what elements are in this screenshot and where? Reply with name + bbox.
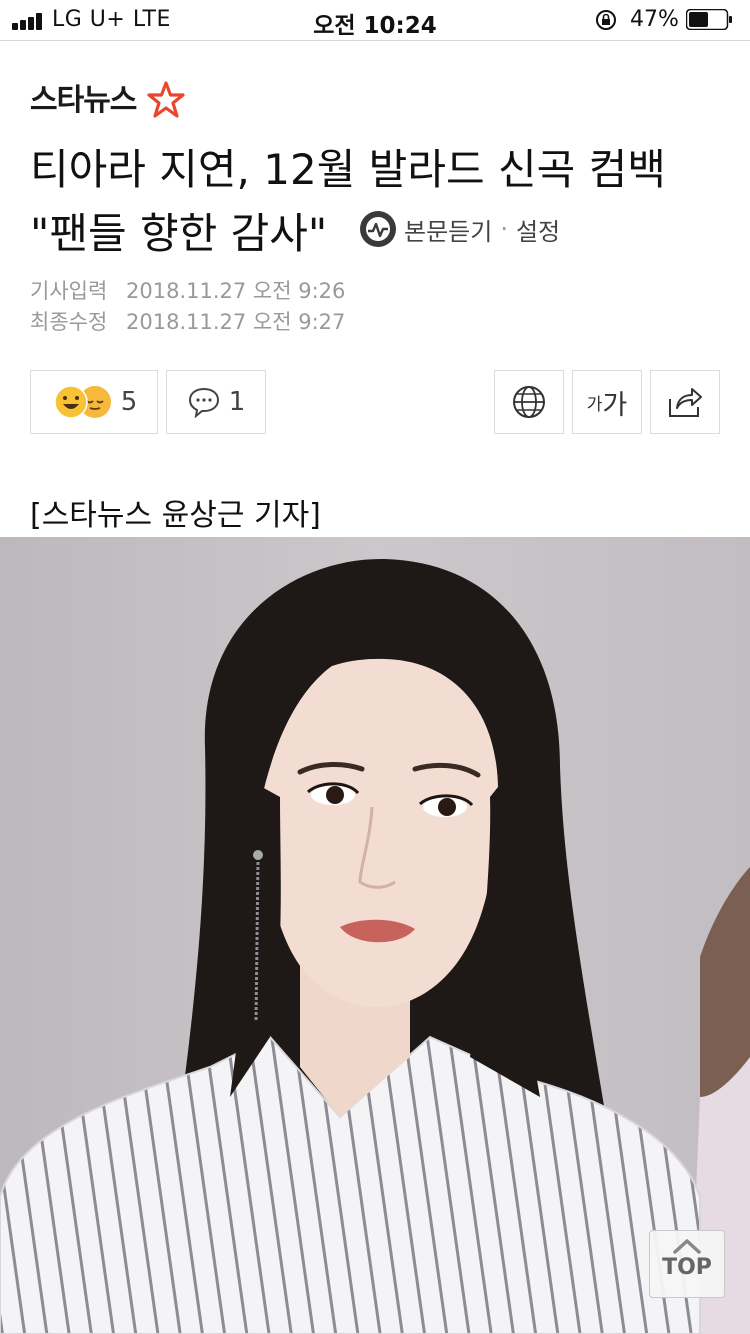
share-icon [669,388,702,417]
chevron-up-icon [673,1239,701,1254]
globe-icon [513,386,545,418]
site-logo[interactable]: 스타뉴스 [30,78,185,124]
listen-toolbar: 본문듣기 · 설정 [358,209,560,249]
star-logo-icon [147,81,185,118]
top-button-label: TOP [662,1255,712,1280]
font-size-large-glyph: 가 [602,389,628,421]
scroll-to-top-button[interactable]: TOP [649,1230,725,1298]
translate-button[interactable] [494,370,564,434]
reaction-count: 5 [120,387,138,417]
font-size-button[interactable]: 가가 [572,370,642,434]
status-bar: LG U+ LTE 오전 10:24 47% [0,0,750,41]
share-button[interactable] [650,370,720,434]
emoji-reaction-icon [53,385,111,419]
battery-percentage: 47% [630,7,679,32]
logo-text: 스타뉴스 [30,83,137,118]
comment-count: 1 [228,387,246,417]
rotation-lock-icon [596,10,616,30]
article-photo[interactable] [0,537,750,1334]
font-size-small-glyph: 가 [586,394,603,415]
article-byline: [스타뉴스 윤상근 기자] [30,498,321,533]
listen-article-button[interactable]: 본문듣기 [404,212,492,247]
article-meta: 기사입력 2018.11.27 오전 9:26 최종수정 2018.11.27 오전… [30,276,345,338]
published-label: 기사입력 [30,279,108,303]
headline-line-1: 티아라 지연, 12월 발라드 신곡 컴백 [30,145,666,194]
comment-icon [188,387,219,418]
separator: · [500,215,508,243]
battery-icon [686,9,732,30]
modified-date: 2018.11.27 오전 9:27 [126,310,346,334]
comment-button[interactable]: 1 [166,370,266,434]
listen-settings-button[interactable]: 설정 [516,212,560,247]
reaction-button[interactable]: 5 [30,370,158,434]
portrait-illustration [0,537,750,1334]
published-date: 2018.11.27 오전 9:26 [126,279,346,303]
listen-article-icon[interactable] [358,209,398,249]
modified-label: 최종수정 [30,310,108,334]
